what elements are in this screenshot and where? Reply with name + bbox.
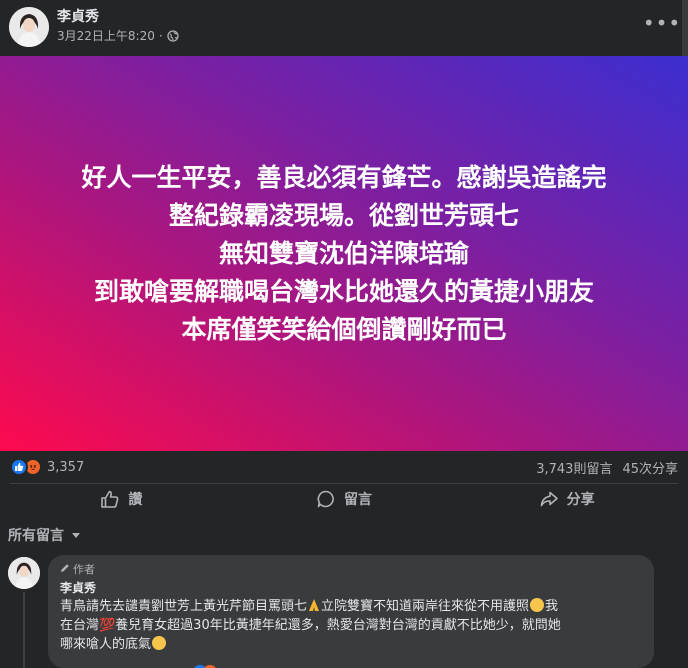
author-badge: 作者 xyxy=(60,561,642,577)
comment-text: 青鳥請先去譴責劉世芳上黃光芹節目罵頭七 立院雙寶不知道兩岸往來從不用護照我 在台灣… xyxy=(60,597,642,654)
more-options-button[interactable]: ••• xyxy=(643,8,680,38)
post-text-line: 本席僅笑笑給個倒讚剛好而已 xyxy=(181,314,507,344)
author-avatar[interactable] xyxy=(9,7,49,47)
post-text-line: 到敢嗆要解職喝台灣水比她還久的黃捷小朋友 xyxy=(93,276,594,306)
post-text-line: 無知雙寶沈伯洋陳培瑜 xyxy=(218,238,469,268)
thumbs-up-icon xyxy=(100,489,120,509)
comment-text-segment: 青鳥請先去譴責劉世芳上黃光芹節目罵頭七 xyxy=(60,599,308,614)
comment-reactions[interactable] xyxy=(193,664,223,668)
comment-bubble-icon xyxy=(316,489,336,509)
comment-button[interactable]: 留言 xyxy=(233,484,456,514)
pencil-icon xyxy=(60,563,70,576)
post-text-line: 好人一生平安，善良必須有鋒芒。感謝吳造謠完 xyxy=(81,162,607,192)
author-name[interactable]: 李貞秀 xyxy=(57,6,99,26)
like-button[interactable]: 讚 xyxy=(10,484,233,514)
laughing-emoji-icon xyxy=(152,636,167,650)
author-badge-label: 作者 xyxy=(73,563,95,576)
like-icon xyxy=(10,458,28,476)
reaction-summary[interactable]: 3,357 xyxy=(10,458,84,476)
engagement-stats: 3,357 3,743則留言 45次分享 xyxy=(0,451,688,483)
share-arrow-icon xyxy=(539,489,559,509)
post-timestamp[interactable]: 3月22日上午8:20 xyxy=(57,27,155,44)
commenter-avatar[interactable] xyxy=(8,557,40,589)
comment-count[interactable]: 3,743則留言 xyxy=(536,458,612,477)
scrollbar[interactable] xyxy=(682,0,688,56)
share-count[interactable]: 45次分享 xyxy=(622,458,678,477)
comment-author-name[interactable]: 李貞秀 xyxy=(60,579,642,596)
reaction-count: 3,357 xyxy=(47,459,85,475)
comment-text-segment: 哪來嗆人的底氣 xyxy=(60,637,152,652)
caret-down-icon xyxy=(72,532,80,538)
comment-filter-label: 所有留言 xyxy=(8,528,64,544)
comment-text-segment: 立院雙寶不知道兩岸往來從不用護照 xyxy=(321,599,530,614)
post-header: 李貞秀 3月22日上午8:20 · ••• xyxy=(0,0,688,56)
folded-hands-icon xyxy=(308,598,320,612)
comment-label: 留言 xyxy=(344,492,372,508)
post-meta: 3月22日上午8:20 · xyxy=(57,27,179,44)
share-button[interactable]: 分享 xyxy=(455,484,678,514)
post-text-line: 整紀錄霸凌現場。從劉世芳頭七 xyxy=(168,200,519,230)
meta-separator: · xyxy=(158,28,163,43)
like-label: 讚 xyxy=(128,492,143,508)
comment-filter-dropdown[interactable]: 所有留言 xyxy=(8,525,80,545)
thread-line xyxy=(23,592,25,668)
post-image-text: 好人一生平安，善良必須有鋒芒。感謝吳造謠完 整紀錄霸凌現場。從劉世芳頭七 無知雙… xyxy=(14,159,674,349)
share-label: 分享 xyxy=(566,492,595,508)
post-text-image[interactable]: 好人一生平安，善良必須有鋒芒。感謝吳造謠完 整紀錄霸凌現場。從劉世芳頭七 無知雙… xyxy=(0,56,688,451)
comment-text-segment: 我 xyxy=(545,599,559,614)
comment-text-line: 在台灣💯養兒育女超過30年比黃捷年紀還多，熱愛台灣對台灣的貢獻不比她少，就問她 xyxy=(60,618,561,633)
post-actions: 讚 留言 分享 xyxy=(10,484,678,514)
comment-bubble: 作者 李貞秀 青鳥請先去譴責劉世芳上黃光芹節目罵頭七 立院雙寶不知道兩岸往來從不用… xyxy=(48,555,654,668)
globe-icon[interactable] xyxy=(167,29,179,42)
laughing-emoji-icon xyxy=(530,598,545,612)
